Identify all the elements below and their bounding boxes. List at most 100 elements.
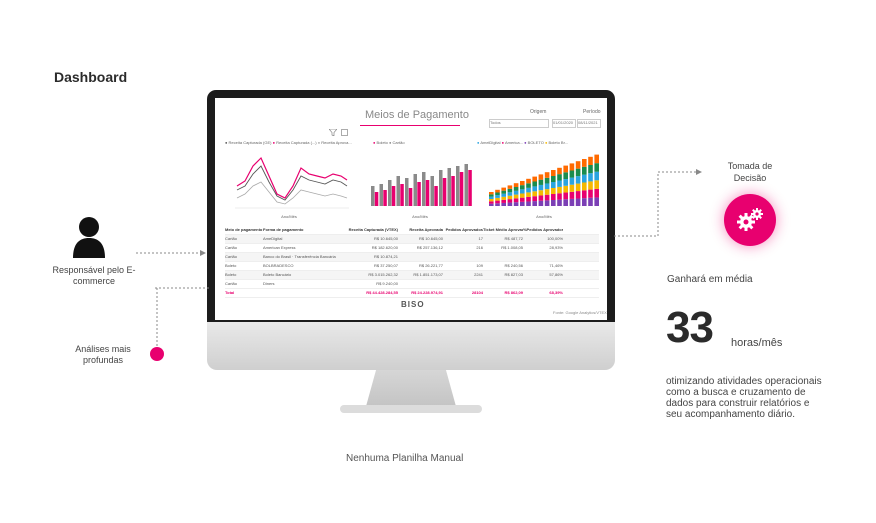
col-header[interactable]: Receita Aprovada xyxy=(398,226,443,234)
table-cell: 57,86% xyxy=(549,272,563,277)
chart3-xlabel: Ano/Mês xyxy=(536,214,552,219)
table-cell: Diners xyxy=(263,281,275,286)
stack-segment xyxy=(569,184,575,192)
table-cell: Cartão xyxy=(225,245,238,250)
col-header[interactable]: Ticket Médio Aprovado xyxy=(483,226,523,234)
table-cell: Boleto xyxy=(225,263,237,268)
table-cell: 2241 xyxy=(474,272,483,277)
connector-dotted-1 xyxy=(136,250,206,256)
table-cell: R$ 862,09 xyxy=(504,290,523,295)
bar-boleto xyxy=(371,186,375,206)
col-header[interactable]: Forma de pagamento xyxy=(263,226,348,234)
expand-icon[interactable] xyxy=(341,129,348,136)
table-cell: BOLBRADESCO xyxy=(263,263,294,268)
stack-segment xyxy=(489,201,494,204)
bar-cartao xyxy=(391,186,396,206)
stack-segment xyxy=(507,185,513,189)
chart3-legend-2: America... xyxy=(504,140,523,145)
table-row[interactable]: Cartão AmeDigital R$ 10.645,00 R$ 10.645,00… xyxy=(225,235,599,244)
table-cell: R$ 37.250,07 xyxy=(373,263,398,268)
bar-cartao xyxy=(417,182,421,206)
table-row[interactable]: Cartão Diners R$ 9.240,00 xyxy=(225,280,599,289)
stack-segment xyxy=(575,183,581,192)
col-header[interactable]: Meio de pagamento xyxy=(225,226,263,234)
chart3-legend-1: AmelDigital xyxy=(480,140,501,145)
chart2-legend-2: Cartão xyxy=(392,140,405,145)
stack-segment xyxy=(557,186,562,194)
stack-segment xyxy=(551,188,556,194)
stack-segment xyxy=(489,203,494,206)
table-cell: 28,93% xyxy=(549,245,563,250)
table-row[interactable]: Boleto Boleto Bancário R$ 3.015.262,32 R$ 1… xyxy=(225,271,599,280)
stack-segment xyxy=(538,190,544,196)
stack-segment xyxy=(520,197,525,202)
stack-segment xyxy=(532,201,537,206)
stack-segment xyxy=(551,176,556,182)
stack-segment xyxy=(532,196,537,202)
periodo-from[interactable]: 01/01/2020 xyxy=(552,119,576,128)
col-header[interactable]: %Pedidos Aprovados xyxy=(523,226,563,234)
table-cell: R$ 1.851.173,07 xyxy=(413,272,443,277)
stack-segment xyxy=(557,193,562,200)
stack-segment xyxy=(563,179,568,186)
stack-segment xyxy=(489,192,494,195)
stack-segment xyxy=(520,189,525,194)
funnel-icon[interactable] xyxy=(329,129,337,136)
stack-segment xyxy=(507,192,513,196)
stacked-bar-chart: Ano/Mês xyxy=(489,154,599,219)
stack-segment xyxy=(520,201,525,206)
stack-segment xyxy=(513,202,519,206)
stack-segment xyxy=(582,174,587,183)
table-header: Meio de pagamento Forma de pagamento Rec… xyxy=(225,226,599,235)
stack-segment xyxy=(526,178,531,184)
stack-segment xyxy=(495,195,500,198)
table-cell: R$ 3.015.262,32 xyxy=(368,272,398,277)
periodo-to[interactable]: 08/11/2021 xyxy=(577,119,601,128)
stack-segment xyxy=(582,198,587,206)
page-title: Dashboard xyxy=(54,69,128,85)
col-header[interactable]: Receita Capturada (VTEX) xyxy=(348,226,398,234)
col-header[interactable]: Pedidos Aprovados xyxy=(443,226,483,234)
stack-segment xyxy=(588,156,593,165)
stack-segment xyxy=(507,202,513,206)
stack-segment xyxy=(538,195,544,201)
stack-segment xyxy=(526,192,531,197)
stack-segment xyxy=(575,198,581,206)
bar-cartao xyxy=(442,178,447,206)
stack-segment xyxy=(489,194,494,197)
stack-segment xyxy=(538,200,544,206)
periodo-to-value: 08/11/2021 xyxy=(578,120,598,125)
origem-select[interactable]: Todos xyxy=(489,119,549,128)
table-row[interactable]: Cartão American Express R$ 182.620,00 R$ 25… xyxy=(225,244,599,253)
stack-segment xyxy=(532,186,537,192)
bar-boleto xyxy=(388,180,392,206)
title-underline xyxy=(360,125,460,126)
stack-segment xyxy=(582,166,587,175)
stack-segment xyxy=(594,197,599,206)
bar-cartao xyxy=(425,180,430,206)
stack-segment xyxy=(520,181,525,186)
stack-segment xyxy=(582,190,587,199)
table-cell: R$ 257.136,12 xyxy=(416,245,443,250)
table-cell xyxy=(398,253,443,261)
bar-chart: Ano/Mês xyxy=(371,164,472,219)
table-cell: Boleto xyxy=(225,272,237,277)
bar-boleto xyxy=(464,164,468,206)
table-cell: Cartão xyxy=(225,236,238,241)
stack-segment xyxy=(489,199,494,202)
stack-segment xyxy=(557,199,562,206)
bar-cartao xyxy=(434,186,438,206)
stack-segment xyxy=(563,185,568,193)
connector-dotted-3 xyxy=(155,287,209,289)
table-cell: R$ 10.645,00 xyxy=(373,236,398,241)
monitor-stand xyxy=(365,370,457,410)
table-row[interactable]: Boleto BOLBRADESCO R$ 37.250,07 R$ 26.221,7… xyxy=(225,262,599,271)
bar-cartao xyxy=(451,176,455,206)
table-row[interactable]: Cartão Banco do Brasil · Transferência Ba… xyxy=(225,253,599,262)
person-icon xyxy=(73,217,105,258)
bar-boleto xyxy=(379,184,383,206)
table-cell: R$ 10.645,00 xyxy=(418,236,443,241)
stack-segment xyxy=(526,201,531,206)
stack-segment xyxy=(563,192,568,200)
table-cell: R$ 24.228.974,91 xyxy=(411,290,443,295)
